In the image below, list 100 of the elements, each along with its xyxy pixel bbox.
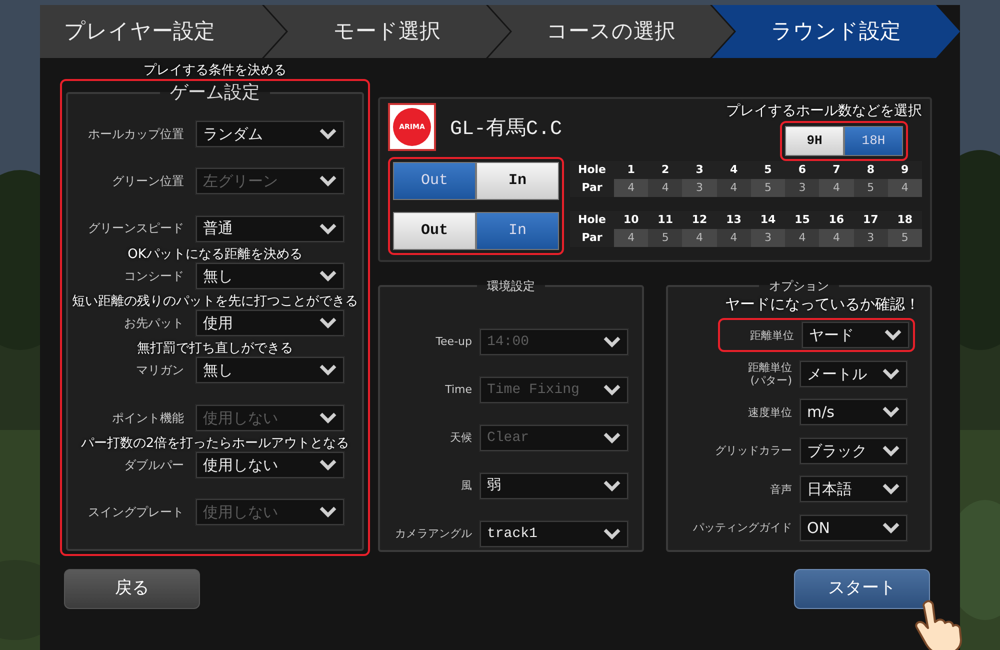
table-cell: 5 [750, 179, 786, 197]
dropdown[interactable]: track1 [480, 521, 628, 547]
table-cell: 4 [648, 179, 682, 197]
chevron-down-icon [603, 528, 621, 540]
field-label: スイングプレート [87, 505, 184, 520]
hole-count-toggle[interactable]: 18H [844, 126, 903, 156]
table-header: 2 [660, 162, 670, 178]
table-cell: 5 [648, 229, 682, 247]
chevron-down-icon [319, 506, 337, 518]
chevron-down-icon [603, 336, 621, 348]
table-header: 3 [694, 162, 704, 178]
chevron-down-icon [603, 480, 621, 492]
back-button[interactable]: 戻る [64, 569, 200, 609]
annotation-note: 短い距離の残りのパットを先に打つことができる [72, 294, 358, 310]
chevron-down-icon [319, 364, 337, 376]
chevron-down-icon [603, 432, 621, 444]
annotation-note: パー打数の2倍を打ったらホールアウトとなる [80, 436, 350, 452]
start-button[interactable]: スタート [794, 569, 930, 609]
field-label: 速度単位 [747, 406, 792, 419]
step-tab[interactable]: プレイヤー設定 [40, 5, 286, 58]
table-cell: 4 [888, 179, 922, 197]
dropdown[interactable]: 無し [196, 262, 344, 289]
dropdown[interactable]: ランダム [196, 121, 344, 147]
dropdown[interactable]: 弱 [480, 473, 628, 499]
table-header: 4 [728, 162, 739, 178]
step-tab[interactable]: ラウンド設定 [712, 5, 960, 58]
field-label: パッティングガイド [692, 521, 792, 534]
table-cell: 4 [682, 229, 717, 247]
dropdown[interactable]: 使用 [196, 310, 344, 336]
table-header: 10 [622, 212, 640, 228]
dropdown[interactable]: ブラック [800, 438, 907, 464]
field-label: グリッドカラー [714, 444, 792, 458]
table-header: Par [580, 180, 604, 196]
chevron-down-icon [319, 412, 337, 424]
table-header: 18 [896, 212, 914, 228]
course-name: GL-有馬C.C [450, 117, 562, 143]
half-toggle[interactable]: Out [393, 212, 476, 250]
half-toggle[interactable]: Out [393, 162, 476, 200]
field-label: 天候 [449, 431, 472, 445]
dropdown[interactable]: 使用しない [196, 452, 344, 478]
chevron-down-icon [884, 329, 902, 342]
field-label: グリーン位置 [111, 174, 184, 188]
table-cell: 3 [750, 229, 786, 247]
table-header: Hole [577, 162, 607, 178]
field-label: ダブルパー [123, 458, 184, 472]
dropdown[interactable]: メートル [800, 360, 907, 387]
step-tab[interactable]: モード選択 [264, 5, 510, 58]
half-toggle[interactable]: In [476, 162, 559, 200]
annotation-note: プレイする条件を決める [142, 63, 288, 79]
chevron-down-icon [882, 368, 900, 380]
chevron-down-icon [882, 406, 900, 418]
field-label: Tee-up [434, 335, 472, 349]
field-label: ホールカップ位置 [87, 126, 184, 142]
field-label: 風 [460, 479, 472, 493]
chevron-down-icon [319, 128, 337, 140]
table-header: 14 [759, 212, 777, 228]
table-cell: 5 [888, 229, 922, 247]
table-cell: 3 [682, 179, 717, 197]
table-header: 16 [828, 212, 846, 228]
table-cell: 4 [819, 179, 854, 197]
chevron-down-icon [319, 459, 337, 472]
table-cell: 4 [716, 229, 751, 247]
dropdown[interactable]: 普通 [196, 216, 344, 242]
table-header: 6 [797, 162, 808, 178]
annotation-note: プレイするホール数などを選択 [726, 103, 922, 119]
field-label: 距離単位 [749, 328, 794, 342]
step-tab[interactable]: コースの選択 [488, 5, 734, 58]
table-cell: 3 [785, 179, 820, 197]
table-cell: 3 [854, 229, 888, 247]
dropdown[interactable]: m/s [800, 399, 907, 426]
table-cell: 4 [785, 229, 820, 247]
dropdown[interactable]: ヤード [802, 322, 909, 348]
table-cell: 5 [854, 179, 888, 197]
table-header: 13 [725, 212, 742, 228]
annotation-note: ヤードになっているか確認！ [725, 295, 920, 313]
dropdown[interactable]: 日本語 [800, 476, 907, 502]
table-header: 7 [832, 162, 842, 178]
dropdown[interactable]: 無し [196, 357, 344, 384]
table-cell: 4 [614, 179, 648, 197]
field-label: 距離単位 [747, 360, 792, 374]
table-header: 5 [763, 162, 773, 178]
half-toggle[interactable]: In [476, 212, 559, 250]
annotation-note: OKパットになる距離を決める [128, 246, 302, 263]
hole-count-toggle[interactable]: 9H [785, 126, 844, 156]
panel-title: オプション [768, 280, 830, 292]
table-header: 8 [866, 162, 876, 178]
table-header: 11 [656, 212, 674, 228]
table-cell: 4 [614, 229, 648, 247]
annotation-note: 無打罰で打ち直しができる [137, 341, 293, 358]
chevron-down-icon [319, 175, 337, 188]
field-label: グリーンスピード [87, 221, 184, 236]
table-cell: 4 [716, 179, 751, 197]
field-label: (パター) [749, 374, 792, 387]
table-header: 15 [794, 212, 811, 228]
panel-title: 環境設定 [486, 280, 536, 292]
dropdown[interactable]: ON [800, 514, 907, 541]
chevron-down-icon [603, 384, 621, 396]
chevron-down-icon [319, 222, 337, 235]
chevron-down-icon [319, 317, 337, 330]
table-header: 17 [862, 212, 880, 228]
